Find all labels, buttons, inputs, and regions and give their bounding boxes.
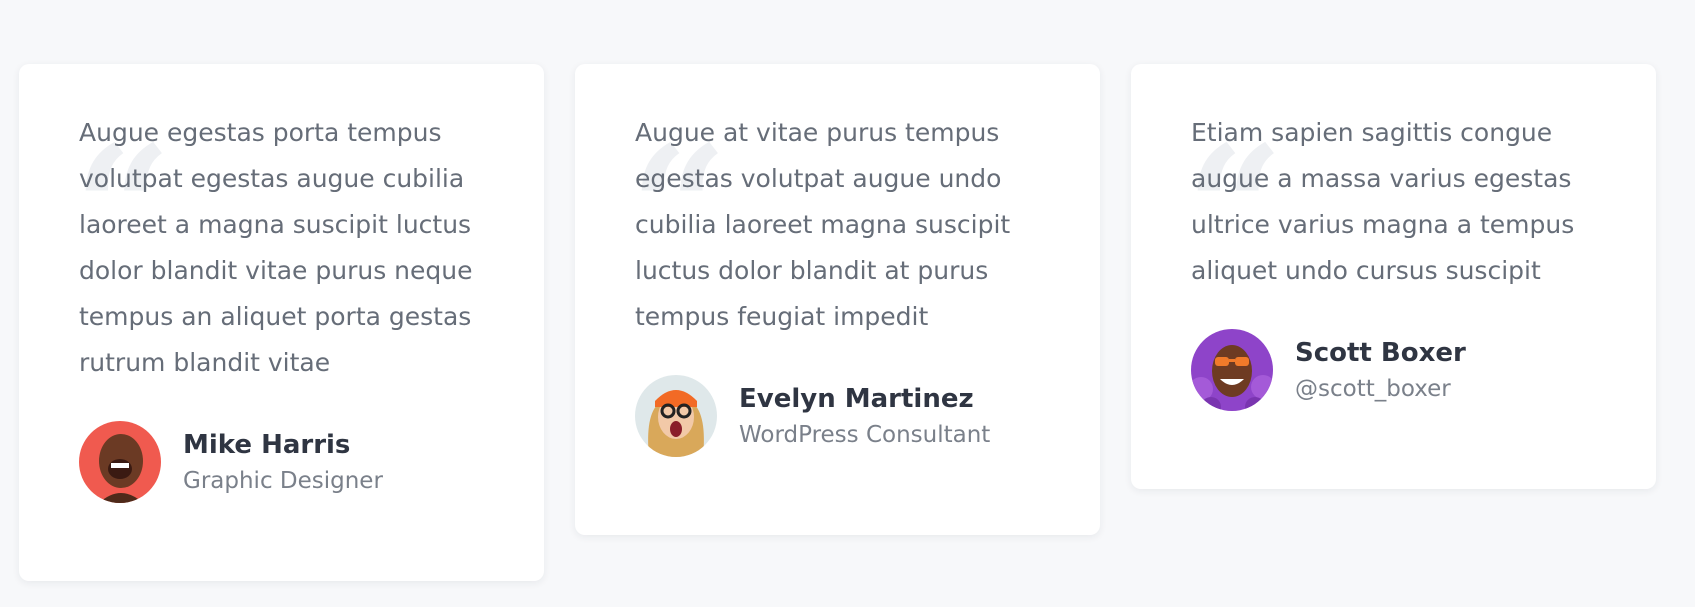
author-role: WordPress Consultant: [739, 421, 991, 448]
testimonial-card: “ Etiam sapien sagittis congue augue a m…: [1131, 64, 1656, 489]
testimonial-card: “ Augue at vitae purus tempus egestas vo…: [575, 64, 1100, 535]
testimonial-quote: Etiam sapien sagittis congue augue a mas…: [1191, 118, 1575, 285]
testimonial-quote: Augue egestas porta tempus volutpat eges…: [79, 118, 473, 377]
author-name: Mike Harris: [183, 429, 351, 460]
testimonial-author: Evelyn Martinez WordPress Consultant: [635, 375, 1040, 457]
author-name: Scott Boxer: [1295, 337, 1466, 368]
avatar: [635, 375, 717, 457]
avatar: [1191, 329, 1273, 411]
author-name: Evelyn Martinez: [739, 383, 974, 414]
testimonial-card: “ Augue egestas porta tempus volutpat eg…: [19, 64, 544, 581]
avatar: [79, 421, 161, 503]
author-role: Graphic Designer: [183, 467, 383, 494]
author-role: @scott_boxer: [1295, 375, 1451, 402]
testimonial-author: Scott Boxer @scott_boxer: [1191, 329, 1596, 411]
testimonials-section: “ Augue egestas porta tempus volutpat eg…: [0, 0, 1695, 607]
testimonial-quote: Augue at vitae purus tempus egestas volu…: [635, 118, 1011, 331]
testimonial-author: Mike Harris Graphic Designer: [79, 421, 484, 503]
